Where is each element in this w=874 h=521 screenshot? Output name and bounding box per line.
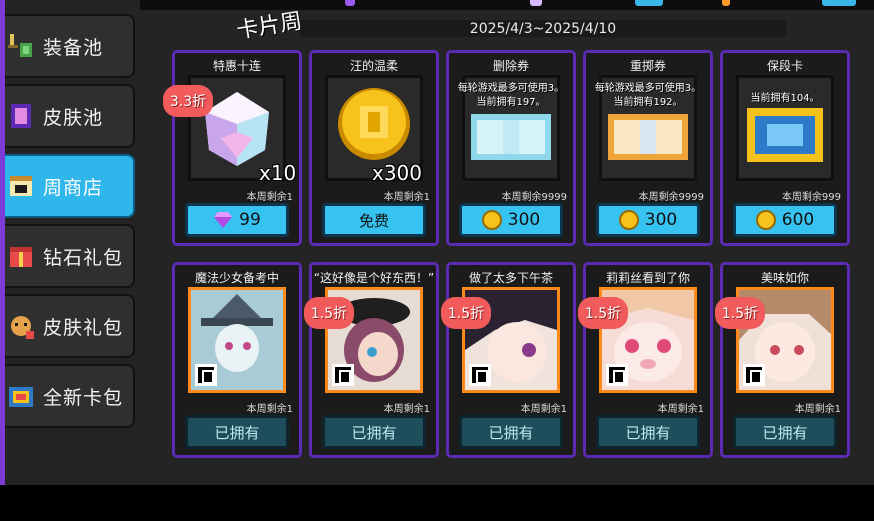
card-title: “这好像是个好东西！”	[313, 271, 435, 285]
owned-button[interactable]: 已拥有	[322, 415, 426, 449]
sidebar-item-label: 装备池	[43, 36, 104, 59]
sidebar-item-weekly-shop[interactable]: 周商店	[0, 154, 135, 218]
weekly-stock: 本周剩余1	[383, 404, 430, 415]
shop-card-delete-ticket[interactable]: 删除券 每轮游戏最多可使用3。 当前拥有197。 本周剩余9999 300	[446, 50, 576, 246]
owned-button[interactable]: 已拥有	[185, 415, 289, 449]
card-title: 汪的温柔	[349, 59, 398, 73]
price-label: 免费	[358, 211, 389, 230]
sidebar-item-new-card-pack[interactable]: 全新卡包	[0, 364, 135, 428]
skin-frame	[188, 287, 286, 393]
skin-card-icon	[195, 364, 217, 386]
date-range: 2025/4/3~2025/4/10	[300, 20, 786, 37]
gem-icon	[214, 212, 233, 228]
discount-badge: 3.3折	[163, 85, 213, 117]
card-title: 莉莉丝看到了你	[605, 271, 690, 285]
weekly-stock: 本周剩余9999	[501, 192, 567, 203]
sidebar-item-skin-pool[interactable]: 皮肤池	[0, 84, 135, 148]
weekly-shop-icon	[6, 171, 36, 201]
sidebar-item-diamond-gift[interactable]: 钻石礼包	[0, 224, 135, 288]
shop-card-coins[interactable]: 汪的温柔 x300 本周剩余1 免费	[309, 50, 439, 246]
price-label: 600	[781, 210, 815, 230]
buy-button[interactable]: 99	[185, 203, 289, 237]
game-screen: 装备池 皮肤池 周商店 钻石礼包 皮肤礼包 全新卡包 卡片周 2025/4/3~…	[0, 0, 874, 485]
weekly-stock: 本周剩余1	[246, 192, 293, 203]
buy-button[interactable]: 300	[459, 203, 563, 237]
buy-button[interactable]: 600	[733, 203, 837, 237]
sidebar-item-label: 皮肤池	[43, 106, 104, 129]
card-title: 重掷券	[629, 59, 666, 73]
shop-card-skin[interactable]: 魔法少女备考中 本周剩余1 已拥有	[172, 262, 302, 458]
weekly-stock: 本周剩余999	[781, 192, 841, 203]
coin-icon	[618, 210, 639, 230]
usage-info: 每轮游戏最多可使用3。	[457, 83, 565, 94]
skin-pool-icon	[6, 101, 36, 131]
card-title: 美味如你	[760, 271, 809, 285]
equipment-icon	[6, 31, 36, 61]
sidebar-item-skin-gift[interactable]: 皮肤礼包	[0, 294, 135, 358]
owned-count: 当前拥有192。	[613, 97, 683, 108]
card-title: 做了太多下午茶	[468, 271, 553, 285]
buy-button[interactable]: 300	[596, 203, 700, 237]
top-strip	[140, 0, 874, 10]
sidebar-item-label: 钻石礼包	[43, 246, 124, 269]
usage-info: 每轮游戏最多可使用3。	[594, 83, 702, 94]
sidebar-item-label: 全新卡包	[43, 386, 124, 409]
shop-card-skin[interactable]: 做了太多下午茶 1.5折 本周剩余1 已拥有	[441, 262, 576, 458]
left-border	[0, 0, 5, 521]
item-quantity: x10	[259, 161, 297, 185]
weekly-stock: 本周剩余1	[520, 404, 567, 415]
owned-count: 当前拥有197。	[476, 97, 546, 108]
coin-icon	[481, 210, 502, 230]
card-title: 删除券	[492, 59, 529, 73]
weekly-stock: 本周剩余1	[657, 404, 704, 415]
skin-card-icon	[743, 364, 765, 386]
card-title: 保段卡	[766, 59, 803, 73]
bottom-bar	[0, 485, 874, 521]
coin-icon	[755, 210, 776, 230]
owned-button[interactable]: 已拥有	[733, 415, 837, 449]
weekly-stock: 本周剩余1	[246, 404, 293, 415]
discount-badge: 1.5折	[578, 297, 628, 329]
sidebar-item-label: 皮肤礼包	[43, 316, 124, 339]
owned-count: 当前拥有104。	[750, 93, 820, 104]
weekly-stock: 本周剩余9999	[638, 192, 704, 203]
owned-button[interactable]: 已拥有	[596, 415, 700, 449]
price-label: 300	[507, 210, 541, 230]
card-pack-icon	[6, 381, 36, 411]
skin-card-icon	[332, 364, 354, 386]
skin-card-icon	[606, 364, 628, 386]
skin-card-icon	[469, 364, 491, 386]
shop-card-rank-protect[interactable]: 保段卡 当前拥有104。 本周剩余999 600	[720, 50, 850, 246]
shop-card-skin[interactable]: 美味如你 1.5折 本周剩余1 已拥有	[715, 262, 850, 458]
discount-badge: 1.5折	[441, 297, 491, 329]
shop-card-skin[interactable]: “这好像是个好东西！” 1.5折 本周剩余1 已拥有	[304, 262, 439, 458]
card-title: 魔法少女备考中	[194, 271, 279, 285]
diamond-gift-icon	[6, 241, 36, 271]
free-button[interactable]: 免费	[322, 203, 426, 237]
price-label: 99	[239, 210, 261, 230]
sidebar-item-label: 周商店	[43, 176, 104, 199]
shop-card-ten-draw[interactable]: 特惠十连 3.3折 x10 本周剩余1 99	[163, 50, 302, 246]
sidebar-item-equipment-pool[interactable]: 装备池	[0, 14, 135, 78]
discount-badge: 1.5折	[304, 297, 354, 329]
shop-card-reroll-ticket[interactable]: 重掷券 每轮游戏最多可使用3。 当前拥有192。 本周剩余9999 300	[583, 50, 713, 246]
discount-badge: 1.5折	[715, 297, 765, 329]
shop-card-skin[interactable]: 莉莉丝看到了你 1.5折 本周剩余1 已拥有	[578, 262, 713, 458]
price-label: 300	[644, 210, 678, 230]
card-title: 特惠十连	[212, 59, 261, 73]
weekly-stock: 本周剩余1	[794, 404, 841, 415]
owned-button[interactable]: 已拥有	[459, 415, 563, 449]
item-quantity: x300	[372, 161, 423, 185]
weekly-stock: 本周剩余1	[383, 192, 430, 203]
skin-gift-icon	[6, 311, 36, 341]
